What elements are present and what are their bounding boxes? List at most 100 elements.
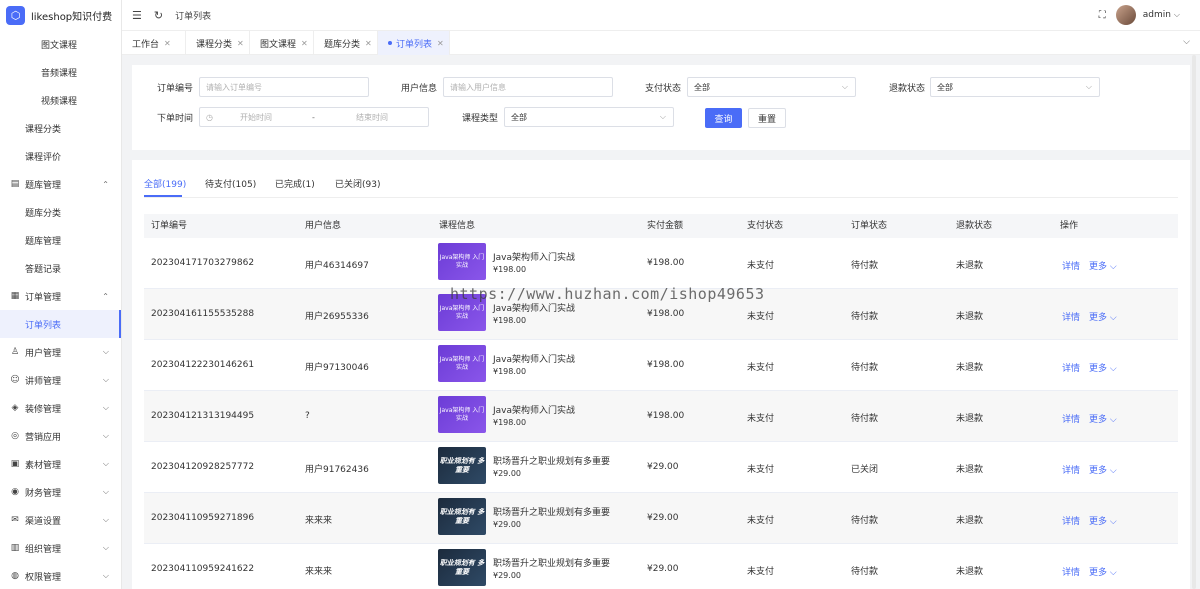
chevron-down-icon: ⌵ bbox=[102, 487, 109, 496]
course-type-label: 课程类型 bbox=[462, 114, 499, 124]
sidebar-item[interactable]: 订单列表 bbox=[0, 310, 121, 338]
course-thumbnail[interactable]: Java架构师 入门实战 bbox=[438, 396, 486, 433]
course-thumbnail[interactable]: 职业规划有 多重要 bbox=[438, 447, 486, 484]
detail-link[interactable]: 详情 bbox=[1062, 565, 1080, 578]
order-status: 待付款 bbox=[851, 567, 879, 577]
course-thumbnail[interactable]: Java架构师 入门实战 bbox=[438, 294, 486, 331]
detail-link[interactable]: 详情 bbox=[1062, 259, 1080, 272]
query-button[interactable]: 查询 bbox=[705, 108, 742, 128]
sidebar-item[interactable]: 音频课程 bbox=[0, 58, 121, 86]
sidebar-item[interactable]: ◎ 营销应用 ⌵ bbox=[0, 422, 121, 450]
chevron-down-icon: ⌵ bbox=[659, 112, 666, 121]
column-header: 订单编号 bbox=[151, 221, 188, 231]
sidebar-item[interactable]: ▦ 订单管理 ⌃ bbox=[0, 282, 121, 310]
order-time-range[interactable]: ◷ 开始时间 - 结束时间 bbox=[199, 107, 429, 127]
tab-4[interactable]: 订单列表 ✕ bbox=[378, 31, 450, 55]
app-logo[interactable]: ⬡ likeshop知识付费 bbox=[0, 0, 121, 30]
sidebar-item[interactable]: 视频课程 bbox=[0, 86, 121, 114]
fullscreen-icon[interactable]: ⛶ bbox=[1099, 10, 1106, 21]
tab-3[interactable]: 题库分类 ✕ bbox=[314, 31, 378, 55]
refund-status-select[interactable]: 全部 ⌵ bbox=[930, 77, 1100, 97]
course-type-value: 全部 bbox=[511, 112, 527, 122]
status-tab[interactable]: 全部(199) bbox=[144, 177, 186, 190]
username[interactable]: admin bbox=[1143, 10, 1171, 20]
column-header: 课程信息 bbox=[439, 221, 476, 231]
close-icon[interactable]: ✕ bbox=[437, 39, 444, 48]
sidebar-item[interactable]: ◉ 财务管理 ⌵ bbox=[0, 478, 121, 506]
sidebar-item[interactable]: 课程分类 bbox=[0, 114, 121, 142]
more-dropdown[interactable]: 更多 ⌵ bbox=[1089, 463, 1117, 476]
table-row: 202304110959271896 来来来 ¥29.00 未支付 待付款 未退款 职业规划… bbox=[144, 493, 1178, 544]
sidebar-item[interactable]: 图文课程 bbox=[0, 30, 121, 58]
detail-link[interactable]: 详情 bbox=[1062, 412, 1080, 425]
course-thumbnail[interactable]: 职业规划有 多重要 bbox=[438, 549, 486, 586]
more-dropdown[interactable]: 更多 ⌵ bbox=[1089, 565, 1117, 578]
tab-2[interactable]: 图文课程 ✕ bbox=[250, 31, 314, 55]
sidebar-item[interactable]: ◈ 装修管理 ⌵ bbox=[0, 394, 121, 422]
chevron-down-icon: ⌵ bbox=[1107, 568, 1117, 578]
status-tab[interactable]: 待支付(105) bbox=[205, 177, 256, 190]
course-thumbnail[interactable]: 职业规划有 多重要 bbox=[438, 498, 486, 535]
sidebar-item[interactable]: 答题记录 bbox=[0, 254, 121, 282]
detail-link[interactable]: 详情 bbox=[1062, 361, 1080, 374]
more-dropdown[interactable]: 更多 ⌵ bbox=[1089, 514, 1117, 527]
user-info: 用户26955336 bbox=[305, 312, 369, 322]
paid-amount: ¥198.00 bbox=[647, 258, 685, 268]
avatar[interactable] bbox=[1115, 5, 1136, 25]
sidebar-item-label: 用户管理 bbox=[25, 348, 62, 359]
menu-toggle-icon[interactable]: ☰ bbox=[132, 9, 142, 22]
more-dropdown[interactable]: 更多 ⌵ bbox=[1089, 310, 1117, 323]
order-icon: ▦ bbox=[10, 291, 20, 301]
status-tab[interactable]: 已完成(1) bbox=[275, 177, 315, 190]
refund-status-label: 退款状态 bbox=[889, 84, 926, 94]
sidebar-item[interactable]: ◍ 权限管理 ⌵ bbox=[0, 562, 121, 589]
detail-link[interactable]: 详情 bbox=[1062, 310, 1080, 323]
more-dropdown[interactable]: 更多 ⌵ bbox=[1089, 259, 1117, 272]
close-icon[interactable]: ✕ bbox=[237, 39, 244, 48]
sidebar-item[interactable]: 课程评价 bbox=[0, 142, 121, 170]
user-info-input[interactable]: 请输入用户信息 bbox=[443, 77, 613, 97]
course-type-select[interactable]: 全部 ⌵ bbox=[504, 107, 674, 127]
detail-link[interactable]: 详情 bbox=[1062, 514, 1080, 527]
close-icon[interactable]: ✕ bbox=[301, 39, 308, 48]
tabs-divider bbox=[144, 197, 1178, 198]
sidebar-item[interactable]: ▥ 组织管理 ⌵ bbox=[0, 534, 121, 562]
pay-status-select[interactable]: 全部 ⌵ bbox=[687, 77, 856, 97]
sidebar-item-label: 订单列表 bbox=[25, 320, 62, 331]
pay-status-value: 全部 bbox=[694, 82, 710, 92]
more-dropdown[interactable]: 更多 ⌵ bbox=[1089, 412, 1117, 425]
order-no-input[interactable]: 请输入订单编号 bbox=[199, 77, 369, 97]
sidebar-item[interactable]: ♙ 用户管理 ⌵ bbox=[0, 338, 121, 366]
close-icon[interactable]: ✕ bbox=[164, 39, 171, 48]
reset-button[interactable]: 重置 bbox=[748, 108, 786, 128]
permission-icon: ◍ bbox=[11, 571, 19, 581]
more-dropdown[interactable]: 更多 ⌵ bbox=[1089, 361, 1117, 374]
sidebar-item[interactable]: 题库分类 bbox=[0, 198, 121, 226]
sidebar-item[interactable]: 题库管理 bbox=[0, 226, 121, 254]
sidebar-item[interactable]: ▣ 素材管理 ⌵ bbox=[0, 450, 121, 478]
chevron-down-icon[interactable]: ⌵ bbox=[1183, 37, 1190, 47]
close-icon[interactable]: ✕ bbox=[365, 39, 372, 48]
order-status: 待付款 bbox=[851, 261, 879, 271]
sidebar-item[interactable]: ▤ 题库管理 ⌃ bbox=[0, 170, 121, 198]
chevron-down-icon[interactable]: ⌵ bbox=[1174, 10, 1180, 20]
refresh-icon[interactable]: ↻ bbox=[154, 9, 163, 22]
chevron-up-icon: ⌃ bbox=[102, 291, 109, 301]
tab-bar: ⌵ 工作台 ✕ 课程分类 ✕ 图文课程 ✕ 题库分类 ✕ 订单列表 ✕ bbox=[122, 30, 1200, 55]
tab-0[interactable]: 工作台 ✕ bbox=[122, 31, 186, 55]
marketing-icon: ◎ bbox=[11, 431, 19, 441]
user-info: 用户97130046 bbox=[305, 363, 369, 373]
refund-status: 未退款 bbox=[956, 261, 984, 271]
column-header: 订单状态 bbox=[851, 221, 888, 231]
course-thumbnail[interactable]: Java架构师 入门实战 bbox=[438, 243, 486, 280]
chevron-down-icon: ⌵ bbox=[1107, 364, 1117, 374]
status-tab[interactable]: 已关闭(93) bbox=[335, 177, 380, 190]
order-status: 待付款 bbox=[851, 312, 879, 322]
course-thumbnail[interactable]: Java架构师 入门实战 bbox=[438, 345, 486, 382]
detail-link[interactable]: 详情 bbox=[1062, 463, 1080, 476]
sidebar-item[interactable]: ✉ 渠道设置 ⌵ bbox=[0, 506, 121, 534]
scrollbar[interactable] bbox=[1192, 55, 1196, 589]
sidebar-item[interactable]: ☺ 讲师管理 ⌵ bbox=[0, 366, 121, 394]
tab-1[interactable]: 课程分类 ✕ bbox=[186, 31, 250, 55]
chevron-down-icon: ⌵ bbox=[841, 82, 848, 91]
